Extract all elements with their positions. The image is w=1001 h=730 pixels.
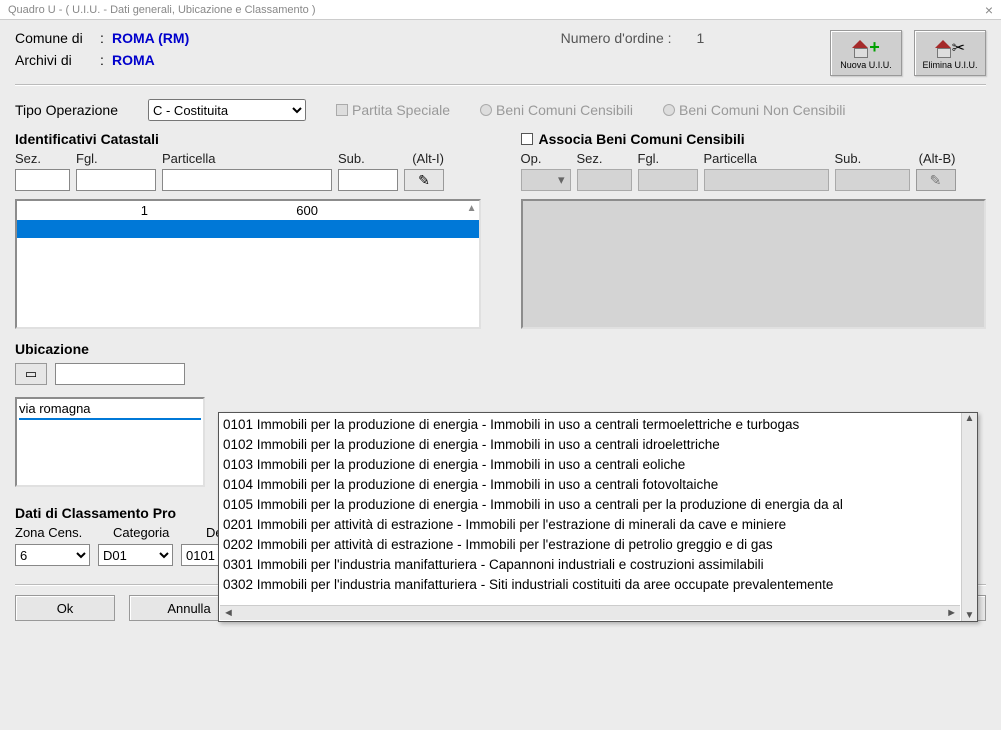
house-icon bbox=[935, 40, 951, 56]
dropdown-item[interactable]: 0103 Immobili per la produzione di energ… bbox=[223, 455, 957, 475]
card-icon: ▭ bbox=[25, 366, 37, 382]
nuova-uiu-button[interactable]: + Nuova U.I.U. bbox=[830, 30, 902, 76]
archivi-value: ROMA bbox=[112, 52, 155, 68]
ub-item-highlight[interactable] bbox=[19, 418, 201, 420]
particella-input[interactable] bbox=[162, 169, 332, 191]
archivi-label: Archivi di bbox=[15, 52, 100, 68]
pencil-icon: ✎ bbox=[418, 172, 430, 189]
dropdown-item[interactable]: 0104 Immobili per la produzione di energ… bbox=[223, 475, 957, 495]
col-alt-i: (Alt-I) bbox=[404, 151, 444, 166]
dropdown-item[interactable]: 0301 Immobili per l'industria manifattur… bbox=[223, 555, 957, 575]
beni-censibili-radio: Beni Comuni Censibili bbox=[480, 102, 633, 118]
scissors-icon: ✂ bbox=[952, 38, 965, 58]
ok-button[interactable]: Ok bbox=[15, 595, 115, 621]
dest-uso-dropdown[interactable]: 0101 Immobili per la produzione di energ… bbox=[218, 412, 978, 622]
col-sub: Sub. bbox=[338, 151, 398, 166]
comune-value: ROMA (RM) bbox=[112, 30, 189, 46]
col-sub2: Sub. bbox=[835, 151, 910, 166]
elimina-uiu-label: Elimina U.I.U. bbox=[922, 60, 977, 70]
sub-input[interactable] bbox=[338, 169, 398, 191]
col-fgl2: Fgl. bbox=[638, 151, 698, 166]
checkbox-icon bbox=[336, 104, 348, 116]
list-row-selected[interactable] bbox=[17, 220, 479, 238]
tipo-operazione-label: Tipo Operazione bbox=[15, 102, 118, 118]
ubicazione-list[interactable]: via romagna bbox=[15, 397, 205, 487]
ubicazione-input[interactable] bbox=[55, 363, 185, 385]
list-row-fgl: 1 bbox=[76, 203, 156, 218]
dropdown-vertical-scrollbar[interactable]: ▲ ▼ bbox=[961, 413, 977, 621]
radio-icon bbox=[663, 104, 675, 116]
dropdown-item[interactable]: 0201 Immobili per attività di estrazione… bbox=[223, 515, 957, 535]
sez-input[interactable] bbox=[15, 169, 70, 191]
col-particella2: Particella bbox=[704, 151, 829, 166]
tipo-operazione-select[interactable]: C - Costituita bbox=[148, 99, 306, 121]
dropdown-item[interactable]: 0101 Immobili per la produzione di energ… bbox=[223, 415, 957, 435]
dropdown-horizontal-scrollbar[interactable]: ◄ ► bbox=[220, 605, 960, 620]
edit-assoc-button-disabled: ✎ bbox=[916, 169, 956, 191]
dropdown-item[interactable]: 0105 Immobili per la produzione di energ… bbox=[223, 495, 957, 515]
dropdown-item[interactable]: 0202 Immobili per attività di estrazione… bbox=[223, 535, 957, 555]
ubicazione-tool-button[interactable]: ▭ bbox=[15, 363, 47, 385]
op-select-disabled bbox=[521, 169, 571, 191]
ub-item-selected[interactable]: via romagna bbox=[19, 401, 201, 416]
fgl-input[interactable] bbox=[76, 169, 156, 191]
numero-ordine-value: 1 bbox=[697, 30, 705, 46]
particella2-input-disabled bbox=[704, 169, 829, 191]
close-icon[interactable]: × bbox=[985, 2, 993, 18]
partita-speciale-checkbox: Partita Speciale bbox=[336, 102, 450, 118]
col-particella: Particella bbox=[162, 151, 332, 166]
zona-select[interactable]: 6 bbox=[15, 544, 90, 566]
col-alt-b: (Alt-B) bbox=[916, 151, 956, 166]
categoria-select[interactable]: D01 bbox=[98, 544, 173, 566]
nuova-uiu-label: Nuova U.I.U. bbox=[840, 60, 892, 70]
identificativi-title: Identificativi Catastali bbox=[15, 131, 481, 147]
beni-non-censibili-radio: Beni Comuni Non Censibili bbox=[663, 102, 846, 118]
associa-list-disabled bbox=[521, 199, 987, 329]
col-sez: Sez. bbox=[15, 151, 70, 166]
col-op: Op. bbox=[521, 151, 571, 166]
zona-label: Zona Cens. bbox=[15, 525, 105, 540]
pencil-icon: ✎ bbox=[930, 172, 942, 189]
plus-icon: + bbox=[869, 37, 880, 58]
list-row-particella: 600 bbox=[156, 203, 326, 218]
comune-label: Comune di bbox=[15, 30, 100, 46]
edit-ident-button[interactable]: ✎ bbox=[404, 169, 444, 191]
ubicazione-title: Ubicazione bbox=[15, 341, 986, 357]
radio-icon bbox=[480, 104, 492, 116]
title-bar: Quadro U - ( U.I.U. - Dati generali, Ubi… bbox=[0, 0, 1001, 20]
sub2-input-disabled bbox=[835, 169, 910, 191]
dropdown-item[interactable]: 0102 Immobili per la produzione di energ… bbox=[223, 435, 957, 455]
associa-title: Associa Beni Comuni Censibili bbox=[539, 131, 745, 147]
house-icon bbox=[852, 40, 868, 56]
scrollbar[interactable]: ▲ bbox=[467, 203, 477, 214]
window-title: Quadro U - ( U.I.U. - Dati generali, Ubi… bbox=[8, 4, 316, 16]
categoria-label: Categoria bbox=[113, 525, 198, 540]
sez2-input-disabled bbox=[577, 169, 632, 191]
fgl2-input-disabled bbox=[638, 169, 698, 191]
col-fgl: Fgl. bbox=[76, 151, 156, 166]
dropdown-item[interactable]: 0302 Immobili per l'industria manifattur… bbox=[223, 575, 957, 595]
col-sez2: Sez. bbox=[577, 151, 632, 166]
numero-ordine-label: Numero d'ordine : bbox=[561, 30, 672, 46]
identificativi-list[interactable]: ▲ 1 600 bbox=[15, 199, 481, 329]
associa-checkbox[interactable] bbox=[521, 133, 533, 145]
elimina-uiu-button[interactable]: ✂ Elimina U.I.U. bbox=[914, 30, 986, 76]
